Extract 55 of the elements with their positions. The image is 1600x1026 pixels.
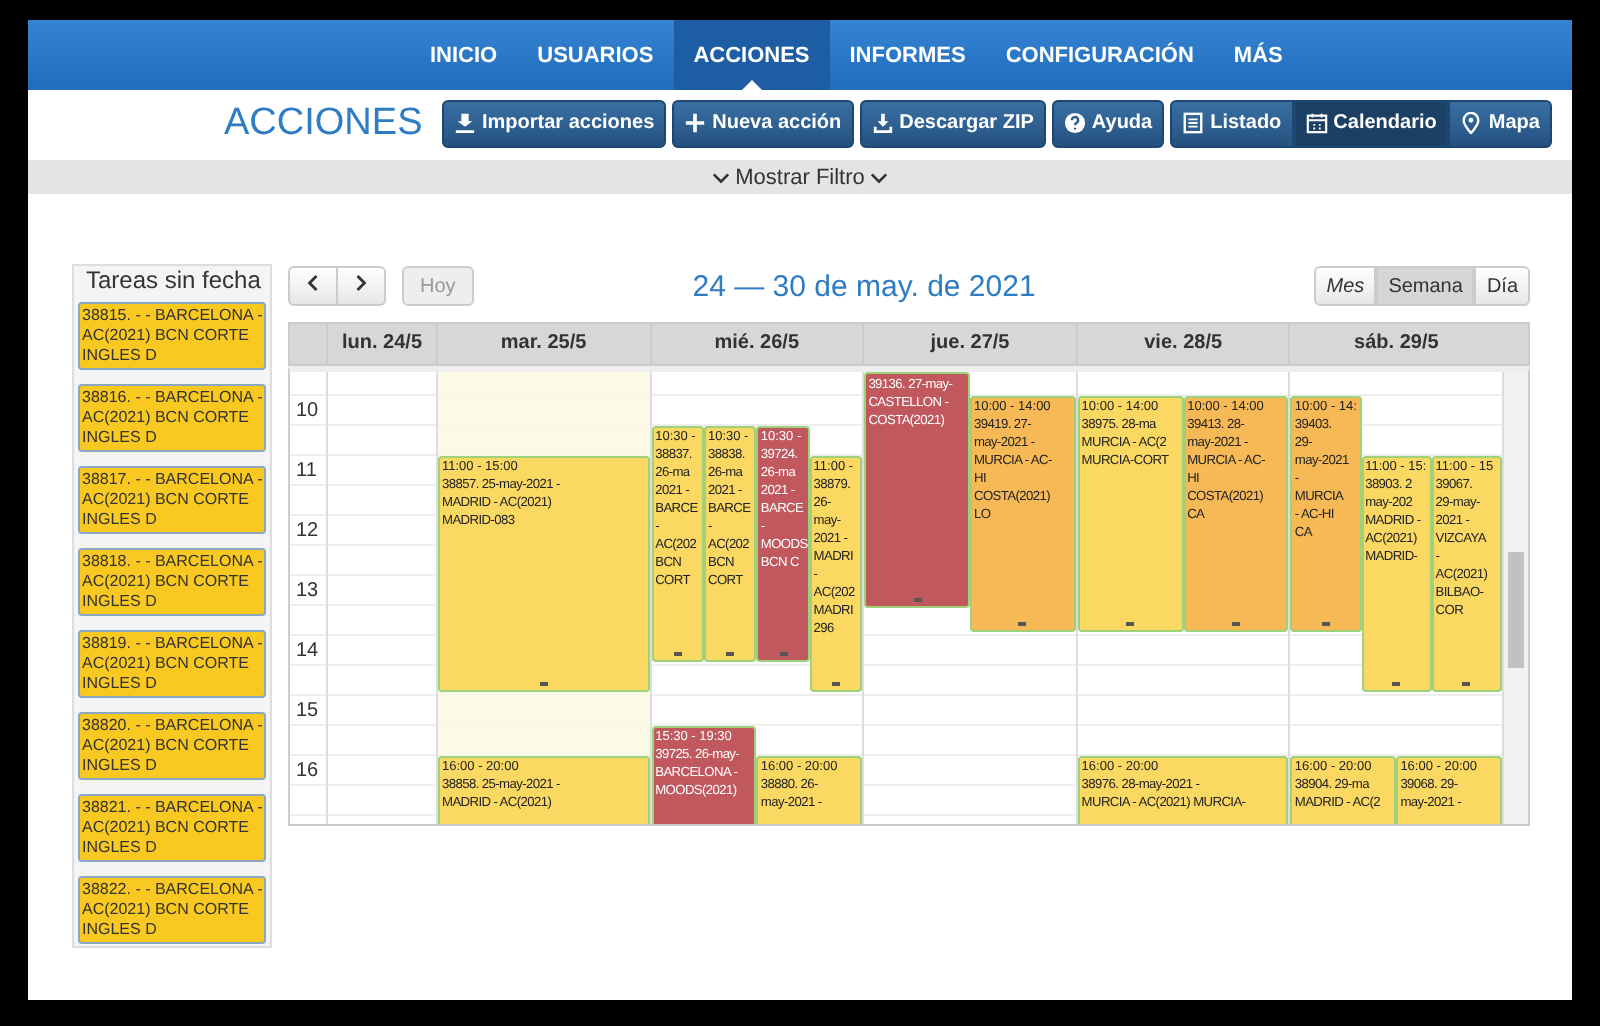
chevron-right-icon xyxy=(354,274,368,292)
hour-label: 16 xyxy=(296,760,319,782)
view-toggle-button[interactable]: Listado xyxy=(1170,99,1294,147)
map-pin-icon xyxy=(1460,112,1483,134)
view-toggle-button[interactable]: Calendario xyxy=(1293,99,1449,147)
toolbar-button[interactable]: Descargar ZIP xyxy=(859,99,1046,147)
help-icon xyxy=(1063,112,1086,134)
next-button[interactable] xyxy=(338,266,386,306)
chevron-left-icon xyxy=(306,274,320,292)
hour-label: 14 xyxy=(296,640,319,662)
panel-title: Tareas sin fecha xyxy=(86,268,263,294)
hour-label: 10 xyxy=(296,400,319,422)
hour-label: 13 xyxy=(296,580,319,602)
toolbar-button[interactable]: Importar acciones xyxy=(442,99,667,147)
toolbar-button[interactable]: Nueva acción xyxy=(672,99,854,147)
nav-tab[interactable]: CONFIGURACIÓN xyxy=(985,20,1214,90)
view-toggle-button[interactable]: Mapa xyxy=(1448,99,1552,147)
task-card[interactable]: 38818. - - BARCELONA - AC(2021) BCN CORTE INGLES D xyxy=(78,548,266,616)
hour-label: 15 xyxy=(296,700,319,722)
view-mode-button[interactable]: Mes xyxy=(1314,266,1377,306)
hour-label: 12 xyxy=(296,520,319,542)
nav-tab[interactable]: INICIO xyxy=(410,20,518,90)
nav-tab[interactable]: MÁS xyxy=(1213,20,1303,90)
task-card[interactable]: 38820. - - BARCELONA - AC(2021) BCN CORTE INGLES D xyxy=(78,712,266,780)
day-header: vie. 28/5 xyxy=(1075,324,1289,364)
calendar-icon xyxy=(1305,112,1328,134)
download-icon xyxy=(871,112,894,134)
view-mode-button[interactable]: Semana xyxy=(1376,266,1475,306)
plus-icon xyxy=(684,112,707,134)
toolbar-button[interactable]: Ayuda xyxy=(1051,99,1165,147)
task-card[interactable]: 38822. - - BARCELONA - AC(2021) BCN CORTE INGLES D xyxy=(78,876,266,944)
task-card[interactable]: 38819. - - BARCELONA - AC(2021) BCN CORTE INGLES D xyxy=(78,630,266,698)
task-card[interactable]: 38815. - - BARCELONA - AC(2021) BCN CORTE INGLES D xyxy=(78,302,266,370)
date-range-title: 24 — 30 de may. de 2021 xyxy=(690,269,1038,303)
nav-tab[interactable]: USUARIOS xyxy=(517,20,674,90)
scrollbar[interactable] xyxy=(1501,372,1528,824)
task-card[interactable]: 38817. - - BARCELONA - AC(2021) BCN CORTE INGLES D xyxy=(78,466,266,534)
list-icon xyxy=(1182,112,1205,134)
day-header: sáb. 29/5 xyxy=(1288,324,1502,364)
previous-button[interactable] xyxy=(288,266,338,306)
view-mode-button[interactable]: Día xyxy=(1474,266,1530,306)
hour-label: 11 xyxy=(296,460,317,482)
task-card[interactable]: 38816. - - BARCELONA - AC(2021) BCN CORTE INGLES D xyxy=(78,384,266,452)
import-icon xyxy=(454,112,476,134)
show-filter-toggle[interactable]: Mostrar Filtro xyxy=(711,160,889,194)
page-title: ACCIONES xyxy=(224,101,416,145)
nav-tab[interactable]: ACCIONES xyxy=(673,20,830,90)
day-header: jue. 27/5 xyxy=(862,324,1076,364)
chevron-down-icon xyxy=(711,171,730,183)
day-header: mié. 26/5 xyxy=(649,324,863,364)
day-header: mar. 25/5 xyxy=(436,324,650,364)
nav-tab[interactable]: INFORMES xyxy=(829,20,986,90)
day-header: lun. 24/5 xyxy=(326,324,436,364)
chevron-down-icon xyxy=(870,171,889,183)
task-card[interactable]: 38821. - - BARCELONA - AC(2021) BCN CORTE INGLES D xyxy=(78,794,266,862)
